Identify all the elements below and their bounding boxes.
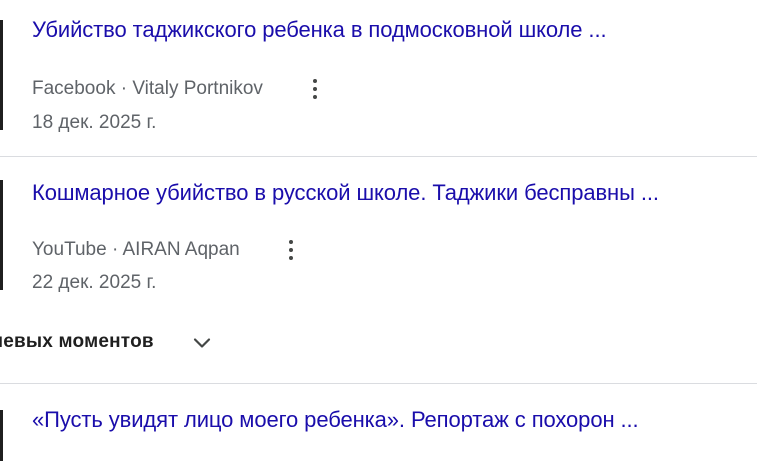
more-vert-icon[interactable] [305,77,325,101]
result-date: 22 дек. 2025 г. [32,272,157,293]
search-result: «Пусть увидят лицо моего ребенка». Репор… [0,384,761,461]
result-date: 18 дек. 2025 г. [32,112,157,133]
result-title-link[interactable]: Убийство таджикского ребенка в подмосков… [32,17,607,43]
result-title-link[interactable]: Кошмарное убийство в русской школе. Тадж… [32,180,659,206]
thumbnail-edge[interactable] [0,180,3,290]
result-source: Facebook · Vitaly Portnikov [32,78,263,99]
result-source: YouTube · AIRAN Aqpan [32,239,240,260]
key-moments-toggle[interactable]: чевых моментов [0,327,252,357]
thumbnail-edge[interactable] [0,20,3,130]
result-title-link[interactable]: «Пусть увидят лицо моего ребенка». Репор… [32,407,639,433]
more-vert-icon[interactable] [281,238,301,262]
chevron-down-icon [193,338,211,348]
key-moments-label: чевых моментов [0,331,154,352]
thumbnail-edge[interactable] [0,410,3,461]
search-result: Убийство таджикского ребенка в подмосков… [0,0,761,156]
search-result: Кошмарное убийство в русской школе. Тадж… [0,157,761,307]
